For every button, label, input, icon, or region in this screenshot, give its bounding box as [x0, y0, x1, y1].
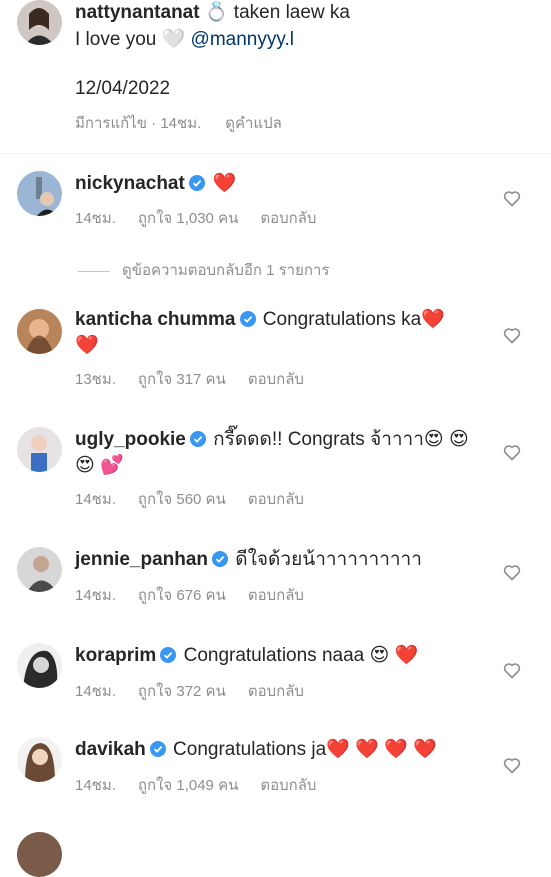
- comment-body: ดีใจด้วยน้าาาาาาาาาา: [230, 549, 422, 570]
- comment-meta: 14ชม. ถูกใจ 560 คน ตอบกลับ: [75, 487, 326, 511]
- comment-username[interactable]: nickynachat: [75, 173, 185, 194]
- comment-username[interactable]: koraprim: [75, 645, 156, 666]
- comment-body: Congratulations naaa 😍 ❤️: [178, 645, 419, 666]
- comment-likes[interactable]: ถูกใจ 560 คน: [138, 491, 226, 508]
- comment-avatar[interactable]: [17, 547, 62, 592]
- caption-username[interactable]: nattynantanat: [75, 2, 200, 23]
- reply-button[interactable]: ตอบกลับ: [248, 371, 304, 388]
- comment-time: 14ชม.: [75, 210, 116, 227]
- like-heart-icon[interactable]: [502, 325, 522, 345]
- comment-time: 14ชม.: [75, 683, 116, 700]
- like-heart-icon[interactable]: [502, 188, 522, 208]
- comment-meta: 14ชม. ถูกใจ 1,030 คน ตอบกลับ: [75, 206, 338, 230]
- verified-icon: [239, 311, 256, 327]
- comment-username[interactable]: davikah: [75, 739, 146, 760]
- replies-dash: [78, 270, 110, 272]
- verified-icon: [160, 647, 177, 663]
- comment-body: ❤️: [206, 172, 237, 194]
- comment-likes[interactable]: ถูกใจ 1,030 คน: [138, 210, 238, 227]
- comment-time: 13ชม.: [75, 371, 116, 388]
- white-heart-emoji: 🤍: [161, 28, 186, 50]
- caption-meta: มีการแก้ไข · 14ชม. ดูคำแปล: [75, 111, 306, 135]
- comment-avatar[interactable]: [17, 427, 62, 472]
- comment-avatar[interactable]: [17, 737, 62, 782]
- verified-icon: [212, 551, 229, 567]
- comment-text: jennie_panhan ดีใจด้วยน้าาาาาาาาาา: [75, 547, 470, 573]
- divider: [0, 153, 551, 154]
- comment-meta: 14ชม. ถูกใจ 676 คน ตอบกลับ: [75, 583, 326, 607]
- verified-icon: [149, 741, 166, 757]
- comment-likes[interactable]: ถูกใจ 1,049 คน: [138, 777, 238, 794]
- reply-button[interactable]: ตอบกลับ: [260, 210, 316, 227]
- comment-username[interactable]: ugly_pookie: [75, 429, 186, 450]
- caption-date: 12/04/2022: [75, 78, 171, 99]
- ring-emoji: 💍: [204, 1, 229, 23]
- comment-meta: 13ชม. ถูกใจ 317 คน ตอบกลับ: [75, 367, 326, 391]
- comment-username[interactable]: jennie_panhan: [75, 549, 208, 570]
- comment-meta: 14ชม. ถูกใจ 1,049 คน ตอบกลับ: [75, 773, 338, 797]
- view-replies-button[interactable]: ดูข้อความตอบกลับอีก 1 รายการ: [78, 258, 329, 282]
- like-heart-icon[interactable]: [502, 660, 522, 680]
- comment-time: 14ชม.: [75, 587, 116, 604]
- caption-text: taken laew ka: [228, 2, 350, 23]
- like-heart-icon[interactable]: [502, 442, 522, 462]
- caption-edited: มีการแก้ไข · 14ชม.: [75, 115, 202, 132]
- reply-button[interactable]: ตอบกลับ: [260, 777, 316, 794]
- comment-likes[interactable]: ถูกใจ 676 คน: [138, 587, 226, 604]
- comment-text: nickynachat ❤️: [75, 170, 470, 197]
- like-heart-icon[interactable]: [502, 562, 522, 582]
- comment-text: ugly_pookie กรี๊ดดด!! Congrats จ้าาาา😍 😍…: [75, 427, 470, 479]
- comment-avatar[interactable]: [17, 309, 62, 354]
- comment-body: Congratulations ja❤️ ❤️ ❤️ ❤️: [167, 739, 437, 760]
- comment-likes[interactable]: ถูกใจ 372 คน: [138, 683, 226, 700]
- comment-time: 14ชม.: [75, 491, 116, 508]
- caption-line: nattynantanat 💍 taken laew ka: [75, 0, 350, 24]
- next-comment-avatar[interactable]: [17, 832, 62, 877]
- caption-avatar[interactable]: [17, 0, 62, 45]
- comment-time: 14ชม.: [75, 777, 116, 794]
- like-heart-icon[interactable]: [502, 755, 522, 775]
- verified-icon: [188, 175, 205, 191]
- comment-avatar[interactable]: [17, 643, 62, 688]
- comment-text: koraprim Congratulations naaa 😍 ❤️: [75, 643, 470, 669]
- reply-button[interactable]: ตอบกลับ: [248, 587, 304, 604]
- comment-meta: 14ชม. ถูกใจ 372 คน ตอบกลับ: [75, 679, 326, 703]
- mention-link[interactable]: @mannyyy.l: [185, 29, 294, 50]
- reply-button[interactable]: ตอบกลับ: [248, 683, 304, 700]
- comment-likes[interactable]: ถูกใจ 317 คน: [138, 371, 226, 388]
- comment-text: kanticha chumma Congratulations ka❤️ ❤️: [75, 307, 470, 359]
- comment-username[interactable]: kanticha chumma: [75, 309, 236, 330]
- translate-link[interactable]: ดูคำแปล: [225, 115, 282, 132]
- caption-love-line: I love you 🤍 @mannyyy.l: [75, 27, 294, 51]
- reply-button[interactable]: ตอบกลับ: [248, 491, 304, 508]
- comment-avatar[interactable]: [17, 171, 62, 216]
- view-replies-label: ดูข้อความตอบกลับอีก 1 รายการ: [122, 262, 330, 279]
- comment-text: davikah Congratulations ja❤️ ❤️ ❤️ ❤️: [75, 737, 470, 763]
- verified-icon: [189, 431, 206, 447]
- caption-love-text: I love you: [75, 29, 162, 50]
